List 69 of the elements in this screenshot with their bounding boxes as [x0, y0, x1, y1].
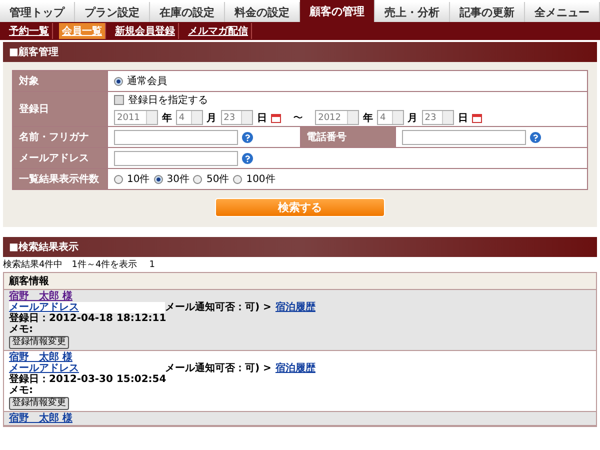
result-summary: 検索結果4件中 1件～4件を表示: [3, 258, 138, 271]
radio-button[interactable]: [114, 76, 123, 86]
help-icon[interactable]: [242, 132, 253, 142]
radio-label: 50件: [206, 173, 230, 186]
phone-field[interactable]: [402, 130, 526, 144]
field-label: 対象: [12, 70, 108, 92]
date-dropdown[interactable]: 2012: [315, 110, 359, 125]
date-unit: 月: [206, 112, 217, 124]
registration-date: 登録日：2012-04-18 18:12:11: [9, 313, 166, 324]
registration-date: 登録日：2012-03-30 15:02:54: [9, 374, 166, 385]
radio-label: 100件: [246, 173, 276, 186]
mail-notice-text: メール通知可否：可) >: [165, 302, 272, 314]
checkbox-label: 登録日を指定する: [128, 94, 208, 107]
radio-button[interactable]: [114, 174, 123, 184]
field-label: 登録日: [12, 92, 108, 126]
memo-label: メモ:: [9, 385, 33, 396]
range-separator: 〜: [293, 112, 304, 124]
subnav-link[interactable]: 新規会員登録: [112, 23, 179, 39]
nav-tab[interactable]: 在庫の設定: [150, 2, 225, 22]
nav-tab[interactable]: 料金の設定: [225, 2, 300, 22]
field-label: メールアドレス: [12, 148, 108, 168]
memo-label: メモ:: [9, 324, 33, 335]
date-dropdown[interactable]: 2011: [114, 110, 158, 125]
nav-tab[interactable]: 全メニュー: [525, 2, 600, 22]
help-icon[interactable]: [242, 152, 253, 164]
nav-tab[interactable]: 顧客の管理: [300, 0, 375, 22]
section-header: ■検索結果表示: [3, 237, 597, 257]
calendar-icon[interactable]: [271, 112, 282, 122]
date-unit: 月: [408, 112, 418, 124]
field-label: 電話番号: [300, 126, 395, 148]
column-header: 顧客情報: [4, 273, 596, 290]
subnav-link[interactable]: 予約一覧: [6, 23, 53, 39]
edit-info-button[interactable]: 登録情報変更: [9, 336, 69, 349]
customer-name-link[interactable]: 宿野 太郎 様: [9, 291, 72, 302]
date-dropdown[interactable]: 4: [176, 110, 203, 125]
radio-label: 10件: [127, 173, 150, 186]
help-icon[interactable]: [530, 132, 540, 142]
customer-name-link[interactable]: 宿野 太郎 様: [9, 352, 72, 363]
radio-button[interactable]: [193, 174, 202, 184]
customer-name-link[interactable]: 宿野 太郎 様: [9, 413, 72, 424]
radio-label: 30件: [166, 173, 190, 186]
nav-tab[interactable]: 記事の更新: [450, 2, 525, 22]
date-unit: 日: [458, 112, 468, 124]
stay-history-link[interactable]: 宿泊履歴: [275, 363, 316, 410]
edit-info-button[interactable]: 登録情報変更: [9, 397, 69, 410]
date-unit: 日: [257, 112, 268, 124]
nav-tab[interactable]: 管理トップ: [0, 2, 75, 22]
radio-button[interactable]: [154, 174, 163, 184]
email-field[interactable]: [114, 150, 238, 166]
name-field[interactable]: [114, 130, 238, 144]
nav-tab[interactable]: プラン設定: [75, 2, 150, 22]
email-link[interactable]: メールアドレス: [9, 363, 79, 374]
date-unit: 年: [363, 112, 373, 124]
nav-tab[interactable]: 売上・分析: [375, 2, 450, 22]
mail-notice-text: メール通知可否：可) >: [165, 363, 272, 374]
stay-history-link[interactable]: 宿泊履歴: [275, 302, 316, 349]
radio-button[interactable]: [233, 174, 242, 184]
date-dropdown[interactable]: 23: [220, 110, 254, 125]
subnav-link[interactable]: メルマガ配信: [185, 23, 252, 39]
section-header: ■顧客管理: [3, 42, 597, 62]
date-unit: 年: [162, 112, 172, 124]
date-dropdown[interactable]: 23: [422, 110, 454, 125]
date-dropdown[interactable]: 4: [377, 110, 404, 125]
field-label: 一覧結果表示件数: [12, 168, 108, 190]
checkbox[interactable]: [114, 95, 124, 105]
page-link[interactable]: 1: [149, 260, 155, 270]
field-label: 名前・フリガナ: [12, 126, 108, 148]
calendar-icon[interactable]: [472, 112, 482, 122]
radio-label: 通常会員: [127, 74, 167, 88]
